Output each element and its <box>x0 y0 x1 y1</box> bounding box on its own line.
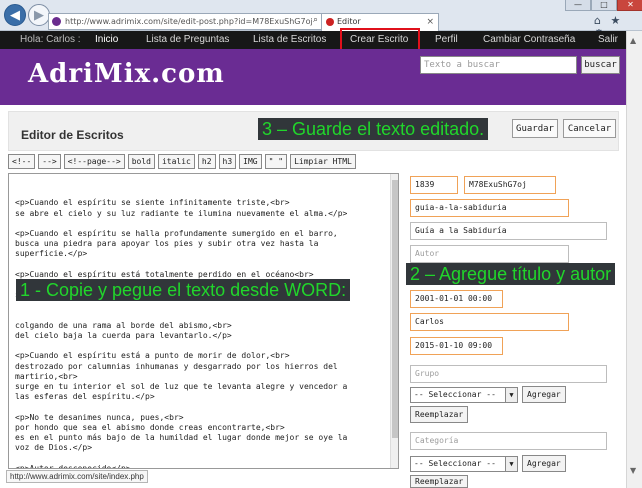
address-text: http://www.adrimix.com/site/edit-post.ph… <box>65 17 313 26</box>
category-field[interactable]: Categoría <box>410 432 607 450</box>
status-bar-url: http://www.adrimix.com/site/index.php <box>6 470 148 483</box>
editor-content-text: <p>Cuando el espíritu se siente infinita… <box>15 198 348 469</box>
search-input[interactable] <box>420 56 577 74</box>
post-code-field[interactable]: M78ExuShG7oj <box>464 176 556 194</box>
date-modified-field[interactable]: 2015-01-10 09:00 <box>410 337 503 355</box>
page-break-button[interactable]: <!--page--> <box>63 154 125 169</box>
replace-category-button[interactable]: Reemplazar <box>410 475 469 488</box>
annotation-save: 3 – Guarde el texto editado. <box>258 118 489 140</box>
tab-title: Editor <box>337 17 361 26</box>
scroll-up-icon[interactable]: ▲ <box>630 36 636 45</box>
maximize-icon[interactable]: □ <box>591 0 617 11</box>
group-select-value: -- Seleccionar -- <box>414 390 496 399</box>
nav-item-lista-preguntas[interactable]: Lista de Preguntas <box>146 34 229 45</box>
nav-item-lista-escritos[interactable]: Lista de Escritos <box>253 34 326 45</box>
scroll-down-icon[interactable]: ▼ <box>630 466 636 475</box>
post-id-field[interactable]: 1839 <box>410 176 458 194</box>
chevron-down-icon[interactable]: ▼ <box>505 388 517 402</box>
chevron-down-icon[interactable]: ▼ <box>505 457 517 471</box>
cancel-button[interactable]: Cancelar <box>563 119 616 138</box>
nav-item-perfil[interactable]: Perfil <box>435 34 458 45</box>
annotation-title-author: 2 – Agregue título y autor <box>406 263 616 285</box>
page-title: Editor de Escritos <box>21 128 124 142</box>
save-button[interactable]: Guardar <box>512 119 558 138</box>
quotes-button[interactable]: " " <box>264 154 288 169</box>
search-button[interactable]: buscar <box>581 56 620 74</box>
tab-close-icon[interactable]: × <box>426 14 434 30</box>
site-header: AdriMix.com buscar <box>0 49 626 105</box>
site-favicon-icon <box>52 17 61 26</box>
comment-open-button[interactable]: <!-- <box>8 154 36 169</box>
date-published-field[interactable]: 2001-01-01 00:00 <box>410 290 503 308</box>
close-window-icon[interactable]: ✕ <box>617 0 642 11</box>
browser-chrome: ◀ ▶ http://www.adrimix.com/site/edit-pos… <box>0 0 642 40</box>
title-field[interactable]: Guía a la Sabiduría <box>410 222 607 240</box>
page-scrollbar[interactable]: ▲ ▼ <box>626 31 642 488</box>
user-greeting: Hola: Carlos : <box>20 34 81 45</box>
content-editor[interactable]: <p>Cuando el espíritu se siente infinita… <box>8 173 399 469</box>
author-field[interactable]: Autor <box>410 245 569 263</box>
comment-close-button[interactable]: --> <box>38 154 61 169</box>
editor-scroll-thumb[interactable] <box>392 180 398 438</box>
replace-group-button[interactable]: Reemplazar <box>410 406 469 423</box>
category-select[interactable]: -- Seleccionar -- ▼ <box>410 456 518 472</box>
add-category-button[interactable]: Agregar <box>522 455 566 472</box>
h2-button[interactable]: h2 <box>197 154 216 169</box>
minimize-icon[interactable]: — <box>565 0 591 11</box>
nav-item-salir[interactable]: Salir <box>598 34 618 45</box>
forward-arrow-icon[interactable]: ▶ <box>28 4 50 26</box>
editor-scrollbar[interactable] <box>390 174 398 468</box>
slug-field[interactable]: guia-a-la-sabiduria <box>410 199 569 217</box>
add-group-button[interactable]: Agregar <box>522 386 566 403</box>
h3-button[interactable]: h3 <box>218 154 237 169</box>
annotation-copy-paste: 1 - Copie y pegue el texto desde WORD: <box>16 279 351 301</box>
category-select-value: -- Seleccionar -- <box>414 459 496 468</box>
user-field[interactable]: Carlos <box>410 313 569 331</box>
back-arrow-icon[interactable]: ◀ <box>4 4 26 26</box>
site-logo[interactable]: AdriMix.com <box>28 59 225 89</box>
format-toolbar: <!-- --> <!--page--> bold italic h2 h3 I… <box>8 154 356 169</box>
nav-item-inicio[interactable]: Inicio <box>95 34 118 45</box>
image-button[interactable]: IMG <box>239 154 262 169</box>
tab-favicon-icon <box>326 18 334 26</box>
nav-item-cambiar-contrasena[interactable]: Cambiar Contraseña <box>483 34 575 45</box>
bold-button[interactable]: bold <box>127 154 155 169</box>
group-field[interactable]: Grupo <box>410 365 607 383</box>
window-controls: — □ ✕ <box>565 0 642 11</box>
italic-button[interactable]: italic <box>157 154 195 169</box>
group-select[interactable]: -- Seleccionar -- ▼ <box>410 387 518 403</box>
address-bar[interactable]: http://www.adrimix.com/site/edit-post.ph… <box>48 13 334 30</box>
site-nav: Hola: Carlos : Inicio Lista de Preguntas… <box>0 31 626 49</box>
clean-html-button[interactable]: Limpiar HTML <box>290 154 356 169</box>
